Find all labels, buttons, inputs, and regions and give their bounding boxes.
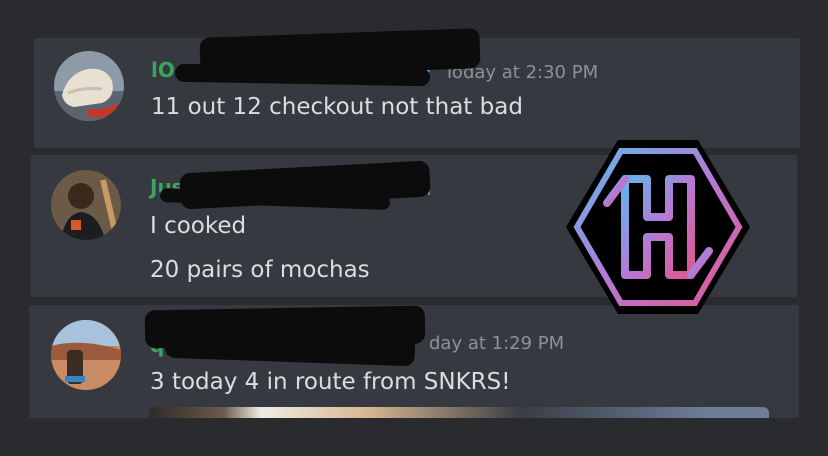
message-text: 3 today 4 in route from SNKRS! — [150, 369, 511, 395]
message-timestamp: day at 1:29 PM — [429, 333, 565, 354]
outdoor-avatar-icon[interactable] — [51, 320, 121, 390]
sneaker-avatar-icon[interactable] — [54, 51, 124, 121]
person-avatar-icon[interactable] — [51, 170, 121, 240]
message-text: 20 pairs of mochas — [150, 257, 370, 283]
hexagon-h-logo-icon — [566, 140, 750, 314]
message-text: I cooked — [150, 213, 247, 239]
image-attachment-preview[interactable] — [149, 407, 769, 418]
username[interactable]: lO — [151, 58, 175, 82]
message-text: 11 out 12 checkout not that bad — [151, 94, 523, 120]
